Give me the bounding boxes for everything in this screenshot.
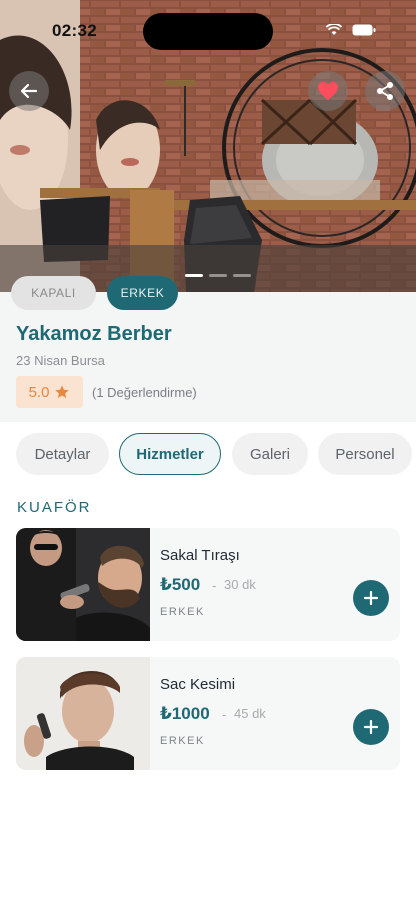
tab-gallery[interactable]: Galeri — [232, 433, 308, 475]
section-tabs: Detaylar Hizmetler Galeri Personel — [0, 433, 416, 475]
review-count[interactable]: (1 Değerlendirme) — [92, 385, 197, 400]
pagination-dot[interactable] — [185, 274, 203, 277]
service-name: Sakal Tıraşı — [160, 547, 240, 564]
service-name: Sac Kesimi — [160, 676, 236, 693]
price-duration-separator: - — [212, 578, 217, 593]
add-service-button[interactable] — [353, 709, 389, 745]
service-price: ₺1000 — [160, 704, 210, 723]
service-duration: 45 dk — [234, 706, 266, 721]
favorite-button[interactable] — [308, 71, 348, 111]
service-duration: 30 dk — [224, 577, 256, 592]
tab-details[interactable]: Detaylar — [16, 433, 109, 475]
service-card[interactable]: Sakal Tıraşı ₺500 - 30 dk ERKEK — [16, 528, 400, 641]
haircut-photo — [16, 657, 150, 770]
shop-info: KAPALI ERKEK Yakamoz Berber 23 Nisan Bur… — [0, 276, 416, 422]
pagination-dot[interactable] — [209, 274, 227, 277]
service-card[interactable]: Sac Kesimi ₺1000 - 45 dk ERKEK — [16, 657, 400, 770]
tab-services[interactable]: Hizmetler — [119, 433, 221, 475]
add-service-button[interactable] — [353, 580, 389, 616]
back-button[interactable] — [9, 71, 49, 111]
heart-icon — [318, 82, 338, 100]
dynamic-island — [143, 13, 273, 50]
service-gender: ERKEK — [160, 606, 205, 618]
service-gender: ERKEK — [160, 735, 205, 747]
star-icon — [55, 385, 70, 398]
rating-value: 5.0 — [28, 383, 50, 401]
beard-shave-photo — [16, 528, 150, 641]
back-arrow-icon — [20, 83, 38, 99]
status-time: 02:32 — [52, 21, 97, 40]
share-icon — [377, 82, 393, 100]
price-duration-separator: - — [222, 707, 227, 722]
battery-icon — [352, 24, 376, 36]
hero-gallery[interactable]: 02:32 — [0, 0, 416, 292]
tab-staff[interactable]: Personel — [318, 433, 412, 475]
pagination-dot[interactable] — [233, 274, 251, 277]
rating-badge[interactable]: 5.0 — [16, 376, 83, 408]
gender-badge: ERKEK — [107, 276, 178, 310]
service-category-title: KUAFÖR — [17, 499, 92, 516]
plus-icon — [363, 719, 379, 735]
wifi-icon — [326, 24, 342, 35]
service-price: ₺500 — [160, 575, 201, 594]
shop-location: 23 Nisan Bursa — [16, 353, 105, 368]
shop-name: Yakamoz Berber — [16, 323, 172, 345]
status-icons — [326, 24, 376, 36]
share-button[interactable] — [365, 71, 405, 111]
status-bar: 02:32 — [0, 0, 416, 62]
gallery-pagination — [185, 274, 251, 277]
open-status-badge: KAPALI — [11, 276, 96, 310]
plus-icon — [363, 590, 379, 606]
